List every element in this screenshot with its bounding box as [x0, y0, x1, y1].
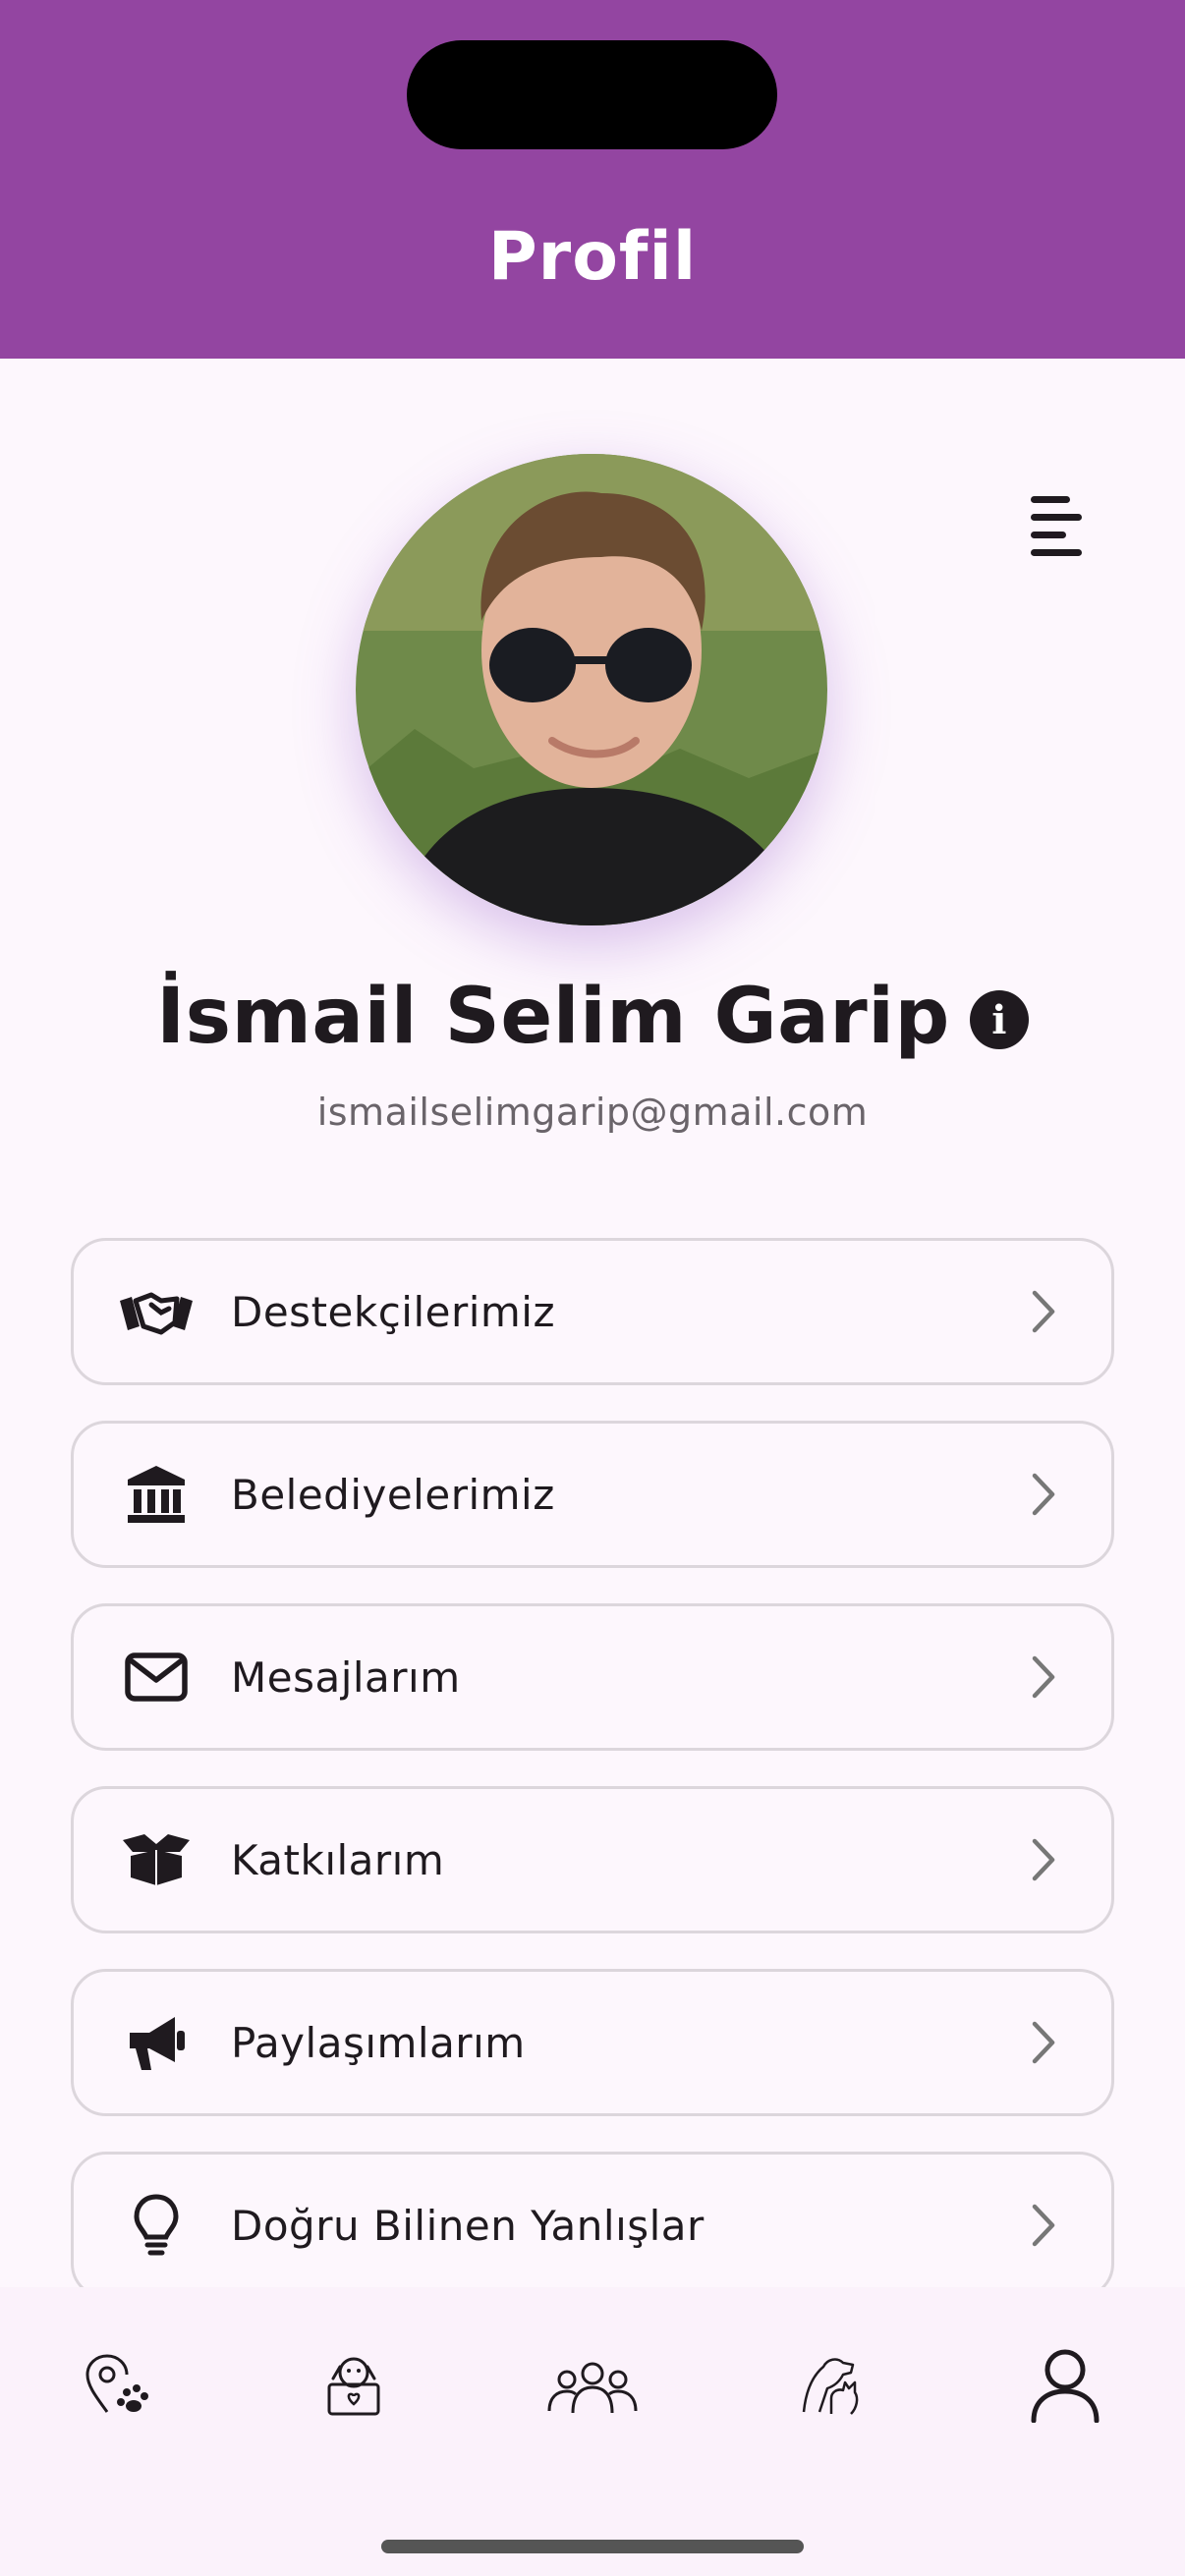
profile-icon — [1031, 2349, 1100, 2423]
profile-email: ismailselimgarip@gmail.com — [316, 1091, 869, 1134]
app-header: Profil — [0, 0, 1185, 359]
menu-item-mesajlarim[interactable]: Mesajlarım — [71, 1603, 1114, 1751]
menu-item-label: Paylaşımlarım — [231, 2018, 526, 2067]
chevron-right-icon — [1032, 2021, 1055, 2064]
menu-item-label: Destekçilerimiz — [231, 1287, 556, 1336]
community-icon — [547, 2362, 638, 2414]
menu-item-katkilarim[interactable]: Katkılarım — [71, 1786, 1114, 1933]
bottom-nav — [0, 2287, 1185, 2576]
lightbulb-icon — [117, 2186, 196, 2265]
pets-icon — [802, 2358, 859, 2415]
profile-photo — [356, 454, 827, 925]
megaphone-icon — [117, 2003, 196, 2082]
open-box-icon — [117, 1820, 196, 1899]
menu-item-paylasimlarim[interactable]: Paylaşımlarım — [71, 1969, 1114, 2116]
profile-name: İsmail Selim Garip — [156, 973, 950, 1061]
envelope-icon — [117, 1638, 196, 1716]
bank-icon — [117, 1455, 196, 1534]
page-title: Profil — [487, 218, 698, 296]
chevron-right-icon — [1032, 2204, 1055, 2247]
menu-icon[interactable] — [1022, 491, 1091, 560]
nav-pets-button[interactable] — [781, 2336, 879, 2435]
profile-name-row: İsmail Selim Garip i — [0, 973, 1185, 1061]
home-indicator[interactable] — [381, 2540, 804, 2553]
menu-item-label: Katkılarım — [231, 1835, 445, 1884]
info-icon[interactable]: i — [969, 990, 1029, 1049]
chevron-right-icon — [1032, 1655, 1055, 1699]
dog-adoption-icon — [327, 2357, 380, 2416]
chevron-right-icon — [1032, 1838, 1055, 1881]
handshake-icon — [117, 1272, 196, 1351]
menu-item-belediyelerimiz[interactable]: Belediyelerimiz — [71, 1421, 1114, 1568]
dynamic-island — [407, 40, 777, 149]
menu-item-label: Doğru Bilinen Yanlışlar — [231, 2201, 705, 2250]
location-paw-icon — [85, 2354, 148, 2413]
chevron-right-icon — [1032, 1290, 1055, 1333]
menu-item-label: Belediyelerimiz — [231, 1470, 555, 1519]
chevron-right-icon — [1032, 1473, 1055, 1516]
menu-item-label: Mesajlarım — [231, 1652, 461, 1702]
nav-community-button[interactable] — [543, 2336, 642, 2435]
menu-item-dogru-bilinen-yanlislar[interactable]: Doğru Bilinen Yanlışlar — [71, 2152, 1114, 2299]
nav-map-button[interactable] — [69, 2336, 167, 2435]
menu-item-destekcilerimiz[interactable]: Destekçilerimiz — [71, 1238, 1114, 1385]
nav-adoption-button[interactable] — [305, 2336, 403, 2435]
avatar[interactable] — [356, 454, 827, 925]
nav-profile-button[interactable] — [1016, 2336, 1114, 2435]
